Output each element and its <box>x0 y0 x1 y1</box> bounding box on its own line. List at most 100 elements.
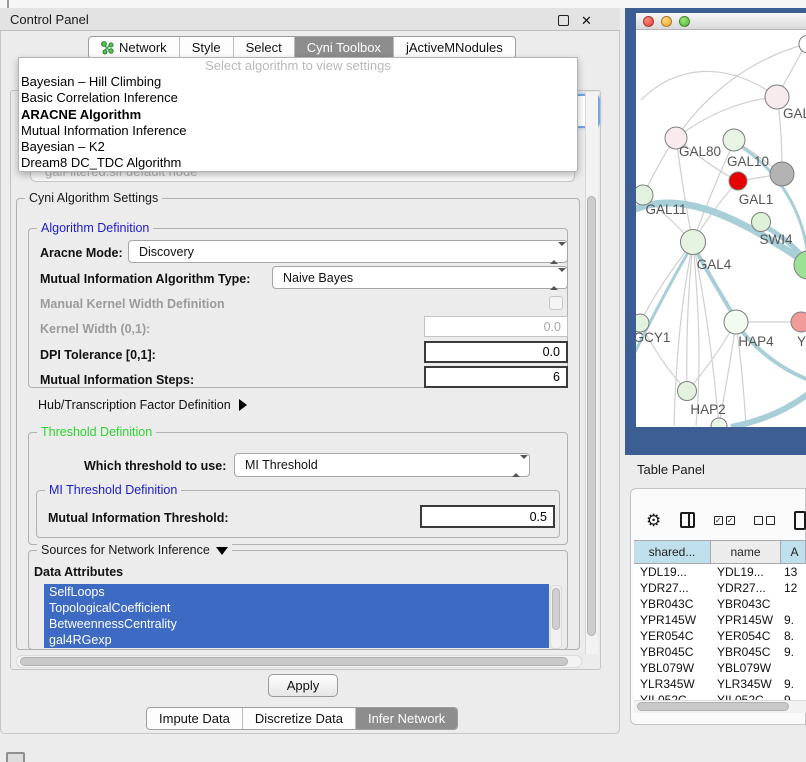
top-strip <box>0 0 806 8</box>
columns-icon[interactable] <box>680 512 695 528</box>
node-label: HAP2 <box>690 402 725 417</box>
apply-button[interactable]: Apply <box>268 674 338 697</box>
dropdown-item-bayesian-k2[interactable]: Bayesian – K2 <box>19 139 577 155</box>
cell: YPR145W <box>711 612 781 628</box>
dropdown-item-mutual-information[interactable]: Mutual Information Inference <box>19 123 577 139</box>
network-icon <box>101 41 114 55</box>
kernel-width-label: Kernel Width (0,1): <box>40 322 150 336</box>
node-swi4[interactable] <box>752 213 771 232</box>
column-header-shared-name[interactable]: shared... <box>634 541 711 563</box>
hub-factor-expander-label: Hub/Transcription Factor Definition <box>38 398 231 412</box>
node-label: GAL10 <box>727 154 769 169</box>
node-y-salmon[interactable] <box>791 312 806 332</box>
dpi-tolerance-field[interactable]: 0.0 <box>424 341 568 363</box>
list-item[interactable]: SelfLoops <box>44 584 549 600</box>
tab-network[interactable]: Network <box>89 37 180 58</box>
algorithm-dropdown-list: Select algorithm to view settings Bayesi… <box>18 57 578 172</box>
node-label: GAL <box>783 106 806 121</box>
mi-type-combo[interactable]: Naive Bayes <box>272 266 568 289</box>
network-canvas[interactable]: GAL GAL80 GAL10 GAL1 GAL11 SWI4 GAL4 GCY… <box>636 30 806 427</box>
bottom-left-partial-icon[interactable] <box>6 752 25 762</box>
mi-steps-label: Mutual Information Steps: <box>40 373 194 387</box>
node-unlabeled-bottom[interactable] <box>711 418 727 427</box>
node-unlabeled-top[interactable] <box>799 35 806 53</box>
cell: YER054C <box>711 628 781 644</box>
manual-kernel-checkbox[interactable] <box>549 296 563 310</box>
tab-select[interactable]: Select <box>234 37 295 58</box>
top-strip-tick <box>7 0 9 8</box>
deselect-all-columns-icon[interactable] <box>754 516 775 525</box>
node-gal10[interactable] <box>723 129 745 151</box>
cell: YPR145W <box>634 612 711 628</box>
dropdown-prompt: Select algorithm to view settings <box>19 58 577 74</box>
kernel-width-field[interactable]: 0.0 <box>424 316 568 337</box>
dropdown-item-aracne[interactable]: ARACNE Algorithm <box>19 107 577 123</box>
tab-jactivemnodules[interactable]: jActiveMNodules <box>394 37 515 58</box>
node-hap4[interactable] <box>724 310 748 334</box>
tab-style[interactable]: Style <box>180 37 234 58</box>
mac-zoom-button[interactable] <box>679 16 690 27</box>
cell: YBR045C <box>634 644 711 660</box>
table-row[interactable]: YIL052C YIL052C 9 <box>634 692 806 700</box>
table-row[interactable]: YDL19... YDL19... 13 <box>634 564 806 580</box>
table-horizontal-scrollbar-thumb[interactable] <box>637 702 789 711</box>
tab-select-label: Select <box>246 40 282 55</box>
close-icon[interactable]: ✕ <box>581 15 592 26</box>
cell: YBL079W <box>711 660 781 676</box>
table-row[interactable]: YLR345W YLR345W 9. <box>634 676 806 692</box>
gear-icon[interactable]: ⚙ <box>646 512 661 529</box>
table-header-row: shared... name A <box>634 540 806 564</box>
cell: YLR345W <box>711 676 781 692</box>
table-row[interactable]: YER054C YER054C 8. <box>634 628 806 644</box>
hub-factor-expander[interactable]: Hub/Transcription Factor Definition <box>38 398 247 412</box>
mi-threshold-definition-title: MI Threshold Definition <box>45 483 181 497</box>
node-gray[interactable] <box>770 162 794 186</box>
node-gal4[interactable] <box>681 230 706 255</box>
sources-group-title[interactable]: Sources for Network Inference <box>37 543 232 557</box>
cell: YER054C <box>634 628 711 644</box>
dropdown-item-bayesian-hill[interactable]: Bayesian – Hill Climbing <box>19 74 577 90</box>
tab-discretize-data[interactable]: Discretize Data <box>243 708 356 729</box>
mi-steps-field[interactable]: 6 <box>424 366 568 388</box>
table-row[interactable]: YBR045C YBR045C 9. <box>634 644 806 660</box>
settings-horizontal-scrollbar-thumb[interactable] <box>20 657 568 666</box>
sources-title-text: Sources for Network Inference <box>41 543 210 557</box>
network-window-titlebar[interactable] <box>636 13 806 30</box>
mi-threshold-field[interactable]: 0.5 <box>420 505 555 528</box>
attribute-list-scrollbar-thumb[interactable] <box>552 588 560 630</box>
node-hap2[interactable] <box>678 382 697 401</box>
combo-spinner-icon <box>550 272 559 284</box>
select-all-columns-icon[interactable]: ✓✓ <box>714 516 735 525</box>
attribute-list-scrollbar[interactable] <box>550 585 562 649</box>
list-item[interactable]: gal4RGexp <box>44 632 549 648</box>
table-row[interactable]: YDR27... YDR27... 12 <box>634 580 806 596</box>
mac-close-button[interactable] <box>643 16 654 27</box>
table-row[interactable]: YBR043C YBR043C <box>634 596 806 612</box>
cell: 8. <box>781 628 806 644</box>
cyni-algorithm-settings-title: Cyni Algorithm Settings <box>25 191 162 205</box>
float-window-icon[interactable] <box>558 15 569 26</box>
network-node-labels: GAL GAL80 GAL10 GAL1 GAL11 SWI4 GAL4 GCY… <box>636 106 806 417</box>
new-table-icon[interactable] <box>794 511 806 530</box>
which-threshold-combo[interactable]: MI Threshold <box>234 453 530 477</box>
tab-infer-network[interactable]: Infer Network <box>356 708 457 729</box>
cell: YBR043C <box>634 596 711 612</box>
list-item[interactable]: TopologicalCoefficient <box>44 600 549 616</box>
mac-minimize-button[interactable] <box>661 16 672 27</box>
aracne-mode-combo[interactable]: Discovery <box>128 240 568 263</box>
dropdown-item-dream8[interactable]: Dream8 DC_TDC Algorithm <box>19 155 577 171</box>
column-header-name[interactable]: name <box>711 541 781 563</box>
table-row[interactable]: YBL079W YBL079W <box>634 660 806 676</box>
list-item[interactable]: BetweennessCentrality <box>44 616 549 632</box>
settings-vertical-scrollbar-thumb[interactable] <box>587 196 596 636</box>
table-row[interactable]: YPR145W YPR145W 9. <box>634 612 806 628</box>
dropdown-item-basic-correlation[interactable]: Basic Correlation Inference <box>19 90 577 106</box>
dpi-tolerance-value: 0.0 <box>543 345 560 359</box>
tab-cyni-toolbox[interactable]: Cyni Toolbox <box>295 37 394 58</box>
tab-cyni-toolbox-label: Cyni Toolbox <box>307 40 381 55</box>
column-header-partial[interactable]: A <box>781 541 806 563</box>
cell: YIL052C <box>634 692 711 700</box>
node-gal1-red[interactable] <box>729 172 747 190</box>
tab-impute-data[interactable]: Impute Data <box>147 708 243 729</box>
cell: YIL052C <box>711 692 781 700</box>
